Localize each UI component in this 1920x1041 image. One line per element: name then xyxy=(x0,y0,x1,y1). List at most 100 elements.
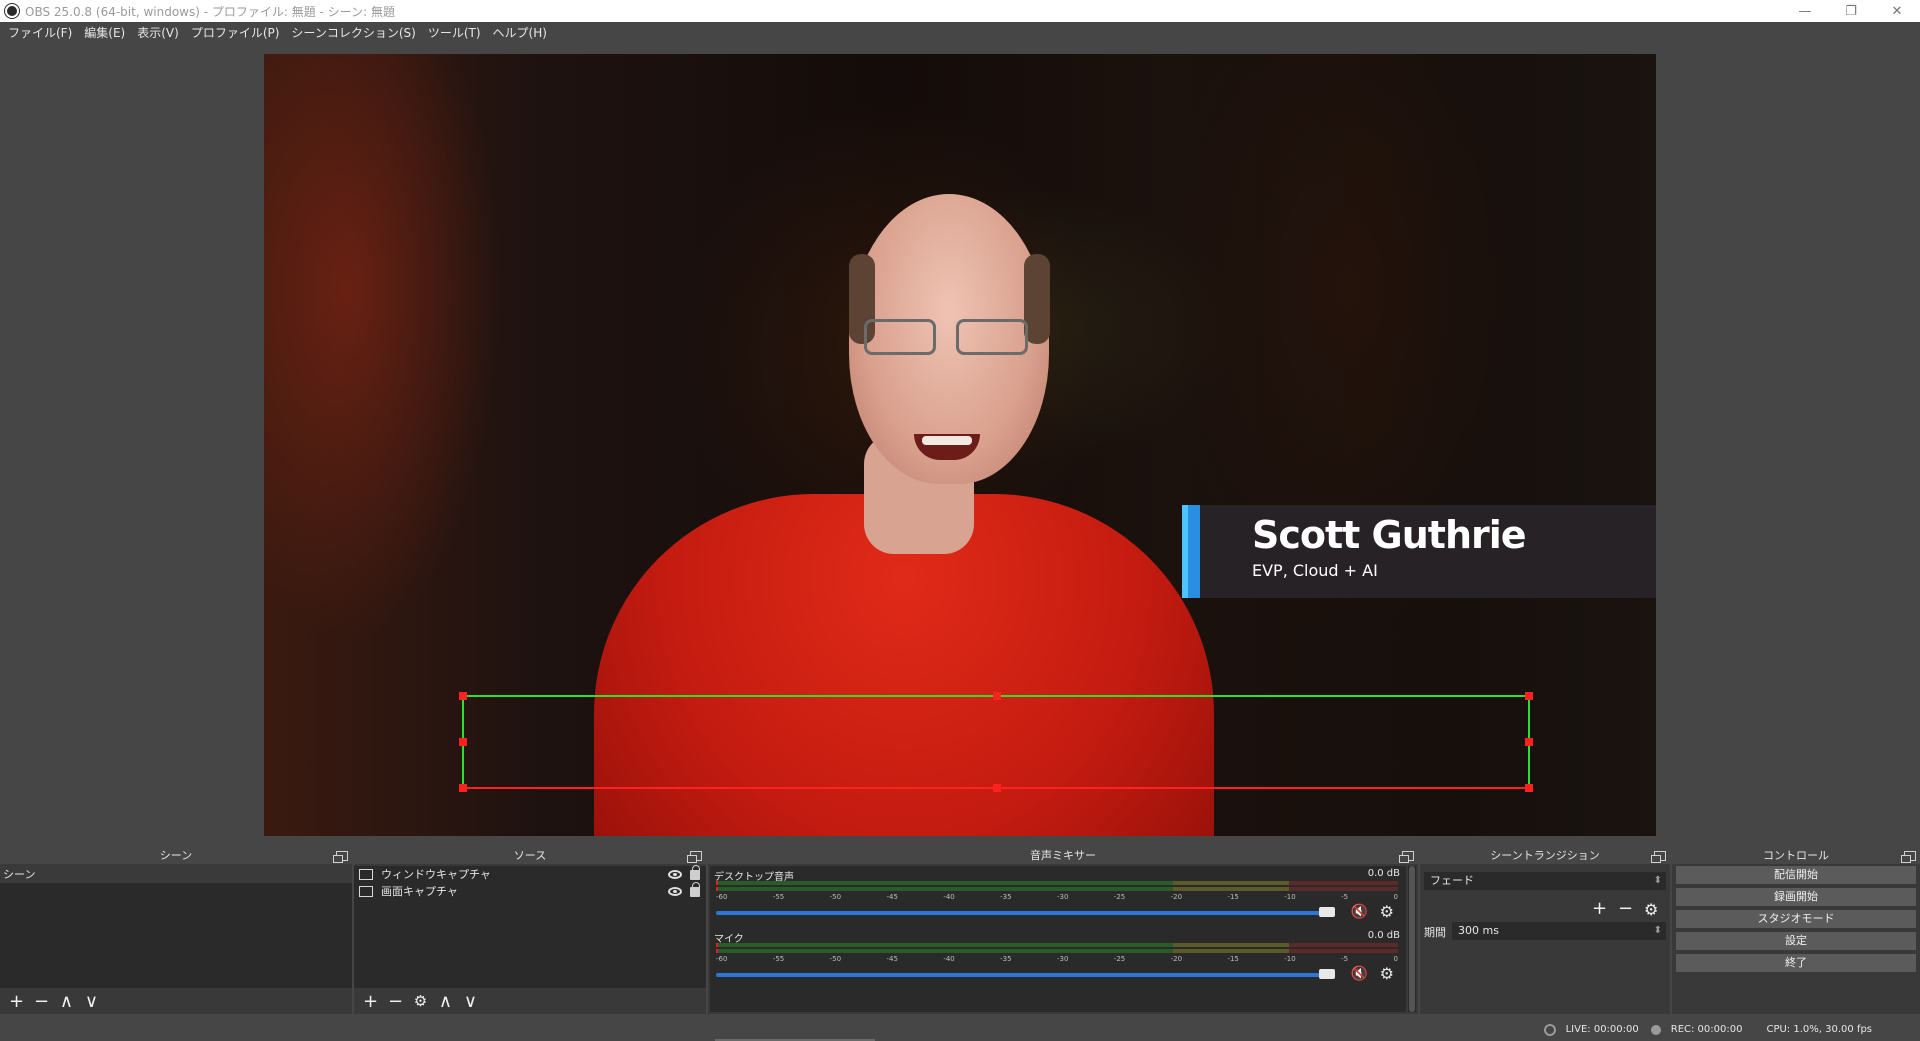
lower-third-name: Scott Guthrie xyxy=(1252,513,1527,557)
resize-handle-left[interactable] xyxy=(459,738,467,746)
person-teeth xyxy=(922,436,972,445)
channel-db: 0.0 dB xyxy=(1367,868,1400,879)
spin-arrows-icon[interactable]: ⬍ xyxy=(1654,922,1662,940)
exit-button[interactable]: 終了 xyxy=(1676,954,1916,972)
transition-properties-button[interactable]: ⚙ xyxy=(1644,900,1658,919)
remove-transition-button[interactable]: − xyxy=(1618,898,1633,919)
scale-tick: -15 xyxy=(1227,893,1239,901)
resize-handle-right[interactable] xyxy=(1525,738,1533,746)
muted-speaker-icon[interactable]: 🔇 xyxy=(1351,966,1368,982)
status-bar: LIVE: 00:00:00 REC: 00:00:00 CPU: 1.0%, … xyxy=(0,1018,1920,1041)
gear-icon[interactable]: ⚙ xyxy=(1380,964,1394,983)
scale-tick: -10 xyxy=(1284,893,1296,901)
undock-icon[interactable] xyxy=(1399,851,1414,863)
close-button[interactable]: ✕ xyxy=(1874,0,1920,22)
preview-canvas[interactable]: Scott Guthrie EVP, Cloud + AI xyxy=(264,54,1656,836)
menu-file[interactable]: ファイル(F) xyxy=(2,22,78,44)
scale-tick: -40 xyxy=(943,893,955,901)
source-selection-box[interactable] xyxy=(459,692,1533,792)
sources-list[interactable]: ウィンドウキャプチャ 画面キャプチャ xyxy=(354,864,706,988)
undock-icon[interactable] xyxy=(1901,851,1916,863)
move-scene-up-button[interactable]: ∧ xyxy=(54,990,79,1012)
scale-tick: -50 xyxy=(829,893,842,901)
add-scene-button[interactable]: + xyxy=(4,990,29,1012)
menu-tools[interactable]: ツール(T) xyxy=(422,22,487,44)
move-scene-down-button[interactable]: ∨ xyxy=(79,990,104,1012)
scale-tick: -20 xyxy=(1170,893,1183,901)
start-recording-button[interactable]: 録画開始 xyxy=(1676,888,1916,906)
remove-source-button[interactable]: − xyxy=(383,990,408,1012)
muted-speaker-icon[interactable]: 🔇 xyxy=(1351,904,1368,920)
minimize-button[interactable]: — xyxy=(1782,0,1828,22)
source-item[interactable]: 画面キャプチャ xyxy=(354,881,706,900)
add-source-button[interactable]: + xyxy=(358,990,383,1012)
duration-spinbox[interactable]: 300 ms ⬍ xyxy=(1452,922,1666,940)
menu-scene-collection[interactable]: シーンコレクション(S) xyxy=(285,22,421,44)
add-transition-button[interactable]: + xyxy=(1592,898,1607,919)
mixer-scrollbar[interactable] xyxy=(1408,866,1416,1012)
resize-handle-bottom-left[interactable] xyxy=(459,784,467,792)
menu-edit[interactable]: 編集(E) xyxy=(78,22,131,44)
scenes-list[interactable]: シーン xyxy=(0,866,352,988)
lock-icon[interactable] xyxy=(690,864,700,880)
studio-mode-button[interactable]: スタジオモード xyxy=(1676,910,1916,928)
move-source-down-button[interactable]: ∨ xyxy=(458,990,483,1012)
scale-tick: -60 xyxy=(716,893,728,901)
visibility-eye-icon[interactable] xyxy=(668,887,682,896)
meter-scale: -60 -55 -50 -45 -40 -35 -30 -25 -20 -15 -10 -5 0 xyxy=(716,955,1398,965)
menu-help[interactable]: ヘルプ(H) xyxy=(487,22,553,44)
resize-handle-top[interactable] xyxy=(993,692,1001,700)
transition-select[interactable]: フェード ⬍ xyxy=(1424,872,1666,890)
scale-tick: -55 xyxy=(772,955,785,963)
undock-icon[interactable] xyxy=(687,851,702,863)
sources-dock-title: ソース xyxy=(354,848,706,864)
scale-tick: -35 xyxy=(1000,893,1012,901)
sources-dock: ソース ウィンドウキャプチャ 画面キャプチャ + − ⚙ ∧ ∨ xyxy=(354,848,706,1014)
meter-scale: -60 -55 -50 -45 -40 -35 -30 -25 -20 -15 -10 -5 0 xyxy=(716,893,1398,903)
resize-handle-bottom[interactable] xyxy=(993,784,1001,792)
chevron-updown-icon: ⬍ xyxy=(1653,875,1662,886)
live-timer: LIVE: 00:00:00 xyxy=(1565,1024,1639,1035)
source-item[interactable]: ウィンドウキャプチャ xyxy=(354,864,706,883)
scene-transitions-dock: シーントランジション フェード ⬍ + − ⚙ 期間 300 ms ⬍ xyxy=(1420,848,1670,1014)
lower-third: Scott Guthrie EVP, Cloud + AI xyxy=(1182,505,1656,598)
glasses-lens-right xyxy=(956,319,1028,355)
settings-button[interactable]: 設定 xyxy=(1676,932,1916,950)
volume-slider[interactable] xyxy=(716,907,1335,917)
scenes-title: シーン xyxy=(159,849,193,862)
controls-title: コントロール xyxy=(1763,849,1829,862)
lock-icon[interactable] xyxy=(690,881,700,897)
scenes-dock-title: シーン xyxy=(0,848,352,864)
resize-handle-top-left[interactable] xyxy=(459,692,467,700)
restore-button[interactable]: ❐ xyxy=(1828,0,1874,22)
audio-mixer-dock: 音声ミキサー デスクトップ音声 0.0 dB -60 -55 -50 -45 -40 -3… xyxy=(708,848,1418,1014)
scale-tick: -35 xyxy=(1000,955,1012,963)
move-source-up-button[interactable]: ∧ xyxy=(433,990,458,1012)
undock-icon[interactable] xyxy=(1651,851,1666,863)
visibility-eye-icon[interactable] xyxy=(668,870,682,879)
resize-handle-bottom-right[interactable] xyxy=(1525,784,1533,792)
mixer-channel-desktop: デスクトップ音声 0.0 dB -60 -55 -50 -45 -40 -35 -30 -25… xyxy=(710,868,1406,930)
peak-indicator xyxy=(716,943,718,947)
scale-tick: -15 xyxy=(1227,955,1239,963)
sources-toolbar: + − ⚙ ∧ ∨ xyxy=(354,988,706,1014)
source-properties-button[interactable]: ⚙ xyxy=(408,990,433,1012)
level-meter xyxy=(716,887,1398,891)
peak-indicator xyxy=(716,949,718,953)
menu-profile[interactable]: プロファイル(P) xyxy=(185,22,286,44)
start-streaming-button[interactable]: 配信開始 xyxy=(1676,866,1916,884)
scene-item[interactable]: シーン xyxy=(0,866,352,883)
channel-db: 0.0 dB xyxy=(1367,930,1400,941)
cpu-fps-status: CPU: 1.0%, 30.00 fps xyxy=(1766,1024,1872,1035)
resize-handle-top-right[interactable] xyxy=(1525,692,1533,700)
controls-dock-title: コントロール xyxy=(1672,848,1920,864)
volume-slider-handle[interactable] xyxy=(1319,907,1335,917)
gear-icon[interactable]: ⚙ xyxy=(1380,902,1394,921)
menu-view[interactable]: 表示(V) xyxy=(131,22,185,44)
undock-icon[interactable] xyxy=(333,851,348,863)
volume-slider-handle[interactable] xyxy=(1319,969,1335,979)
volume-slider[interactable] xyxy=(716,969,1335,979)
window-title: OBS 25.0.8 (64-bit, windows) - プロファイル: 無… xyxy=(25,4,395,19)
person-glasses xyxy=(864,319,1034,359)
remove-scene-button[interactable]: − xyxy=(29,990,54,1012)
